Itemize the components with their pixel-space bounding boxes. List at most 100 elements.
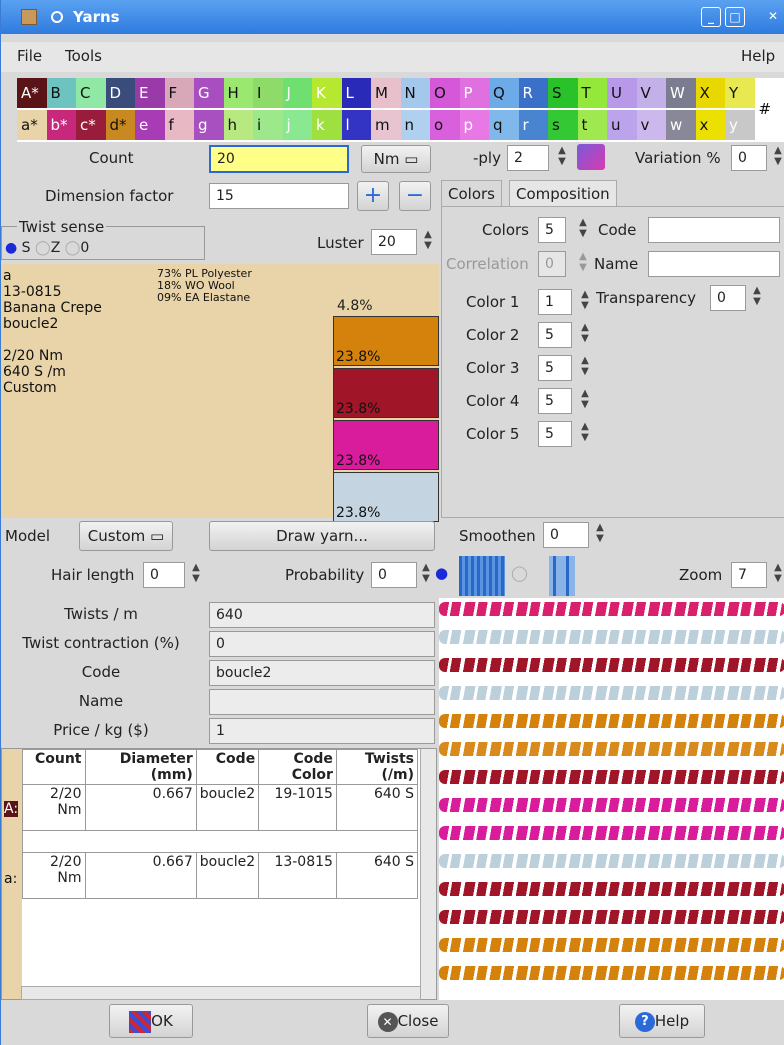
palette-color-lower[interactable]: o [430, 110, 460, 140]
palette-color-upper[interactable]: R [518, 78, 548, 108]
transparency-input[interactable]: 0 [710, 285, 746, 311]
count-input[interactable]: 20 [209, 145, 349, 173]
palette-color-upper[interactable]: V [636, 78, 666, 108]
smoothen-input[interactable]: 0 [543, 522, 589, 548]
table-horizontal-scrollbar[interactable] [21, 986, 421, 1000]
palette-color-lower[interactable]: y [725, 110, 755, 140]
close-window-button[interactable]: ✕ [763, 7, 783, 27]
palette-color-lower[interactable]: i [253, 110, 283, 140]
palette-color-upper[interactable]: G [194, 78, 224, 108]
color-row-input[interactable]: 1 [538, 289, 572, 315]
palette-color-upper[interactable]: Y [725, 78, 755, 108]
color-row-input[interactable]: 5 [538, 322, 572, 348]
variation-input[interactable]: 0 [731, 145, 767, 171]
colors-count-input[interactable]: 5 [538, 217, 566, 243]
palette-color-upper[interactable]: D [105, 78, 135, 108]
tab-colors[interactable]: Colors [441, 180, 502, 206]
palette-color-lower[interactable]: s [548, 110, 578, 140]
probability-spinner[interactable]: ▲ ▼ [421, 562, 431, 588]
palette-color-upper[interactable]: F [164, 78, 194, 108]
palette-color-lower[interactable]: d* [105, 110, 135, 140]
palette-color-lower[interactable]: f [164, 110, 194, 140]
remove-button[interactable]: − [399, 181, 431, 211]
property-input[interactable]: boucle2 [209, 660, 435, 686]
draw-yarn-button[interactable]: Draw yarn... [209, 521, 435, 551]
palette-color-lower[interactable]: w [666, 110, 696, 140]
palette-color-upper[interactable]: I [253, 78, 283, 108]
color-row-input[interactable]: 5 [538, 388, 572, 414]
palette-color-upper[interactable]: L [341, 78, 371, 108]
palette-color-lower[interactable]: u [607, 110, 637, 140]
transparency-spinner[interactable]: ▲ ▼ [752, 285, 762, 311]
palette-color-upper[interactable]: Q [489, 78, 519, 108]
color-row-spinner[interactable]: ▲ ▼ [580, 421, 590, 447]
tab-composition[interactable]: Composition [509, 180, 617, 206]
palette-color-upper[interactable]: T [577, 78, 607, 108]
palette-color-upper[interactable]: P [459, 78, 489, 108]
palette-color-lower[interactable]: p [459, 110, 489, 140]
add-button[interactable]: + [357, 181, 389, 211]
table-row[interactable]: 2/20 Nm 0.667 boucle2 19-1015 640 S [22, 784, 419, 831]
zoom-input[interactable]: 7 [731, 562, 767, 588]
property-input[interactable]: 1 [209, 718, 435, 744]
menu-tools[interactable]: Tools [65, 47, 102, 65]
ply-input[interactable]: 2 [507, 145, 549, 171]
table-header[interactable]: Code [195, 749, 260, 785]
menu-file[interactable]: File [17, 47, 42, 65]
table-vertical-scrollbar[interactable] [420, 749, 436, 999]
open-folder-icon[interactable] [577, 144, 605, 170]
palette-color-upper[interactable]: H [223, 78, 253, 108]
hair-length-input[interactable]: 0 [143, 562, 185, 588]
palette-color-lower[interactable]: l [341, 110, 371, 140]
palette-color-lower[interactable]: n [400, 110, 430, 140]
window-menu-icon[interactable] [51, 11, 63, 23]
hair-mode-radio-2[interactable]: ◯ [511, 564, 528, 582]
variation-spinner[interactable]: ▲ ▼ [773, 145, 783, 171]
unit-select[interactable]: Nm ▭ [361, 145, 431, 173]
menu-help[interactable]: Help [741, 47, 775, 65]
palette-color-upper[interactable]: N [400, 78, 430, 108]
color-row-spinner[interactable]: ▲ ▼ [580, 289, 590, 315]
minimize-button[interactable]: _ [701, 7, 721, 27]
color-row-input[interactable]: 5 [538, 421, 572, 447]
palette-color-lower[interactable]: a* [17, 110, 47, 140]
palette-color-upper[interactable]: B [46, 78, 76, 108]
smoothen-spinner[interactable]: ▲ ▼ [595, 522, 605, 548]
color-row-spinner[interactable]: ▲ ▼ [580, 355, 590, 381]
table-header[interactable]: Code Color [258, 749, 337, 785]
palette-color-upper[interactable]: M [371, 78, 401, 108]
palette-color-upper[interactable]: O [430, 78, 460, 108]
palette-color-upper[interactable]: E [135, 78, 165, 108]
palette-color-lower[interactable]: m [371, 110, 401, 140]
property-input[interactable]: 640 [209, 602, 435, 628]
probability-input[interactable]: 0 [371, 562, 417, 588]
ok-button[interactable]: OK [109, 1004, 193, 1038]
palette-color-upper[interactable]: J [282, 78, 312, 108]
palette-color-upper[interactable]: C [76, 78, 106, 108]
palette-color-lower[interactable]: c* [76, 110, 106, 140]
palette-color-lower[interactable]: h [223, 110, 253, 140]
hair-mode-radio-1[interactable]: ● [435, 564, 448, 582]
palette-color-lower[interactable]: x [695, 110, 725, 140]
code-input[interactable] [648, 217, 780, 243]
palette-color-lower[interactable]: b* [46, 110, 76, 140]
palette-color-lower[interactable]: r [518, 110, 548, 140]
maximize-button[interactable]: □ [725, 7, 745, 27]
palette-color-lower[interactable]: q [489, 110, 519, 140]
palette-color-upper[interactable]: S [548, 78, 578, 108]
palette-color-lower[interactable]: g [194, 110, 224, 140]
color-row-spinner[interactable]: ▲ ▼ [580, 388, 590, 414]
property-input[interactable]: 0 [209, 631, 435, 657]
zoom-spinner[interactable]: ▲ ▼ [773, 562, 783, 588]
palette-color-lower[interactable]: e [135, 110, 165, 140]
palette-color-lower[interactable]: k [312, 110, 342, 140]
table-header[interactable]: Diameter (mm) [84, 749, 197, 785]
table-header[interactable]: Twists (/m) [335, 749, 419, 785]
model-select[interactable]: Custom ▭ [79, 521, 173, 551]
dimension-input[interactable]: 15 [209, 183, 349, 209]
twist-sense-radios[interactable]: ● S ◯Z ◯0 [5, 240, 89, 256]
close-button[interactable]: ✕ Close [367, 1004, 449, 1038]
table-header[interactable]: Count [22, 749, 86, 785]
hair-length-spinner[interactable]: ▲ ▼ [191, 562, 201, 588]
palette-color-upper[interactable]: U [607, 78, 637, 108]
